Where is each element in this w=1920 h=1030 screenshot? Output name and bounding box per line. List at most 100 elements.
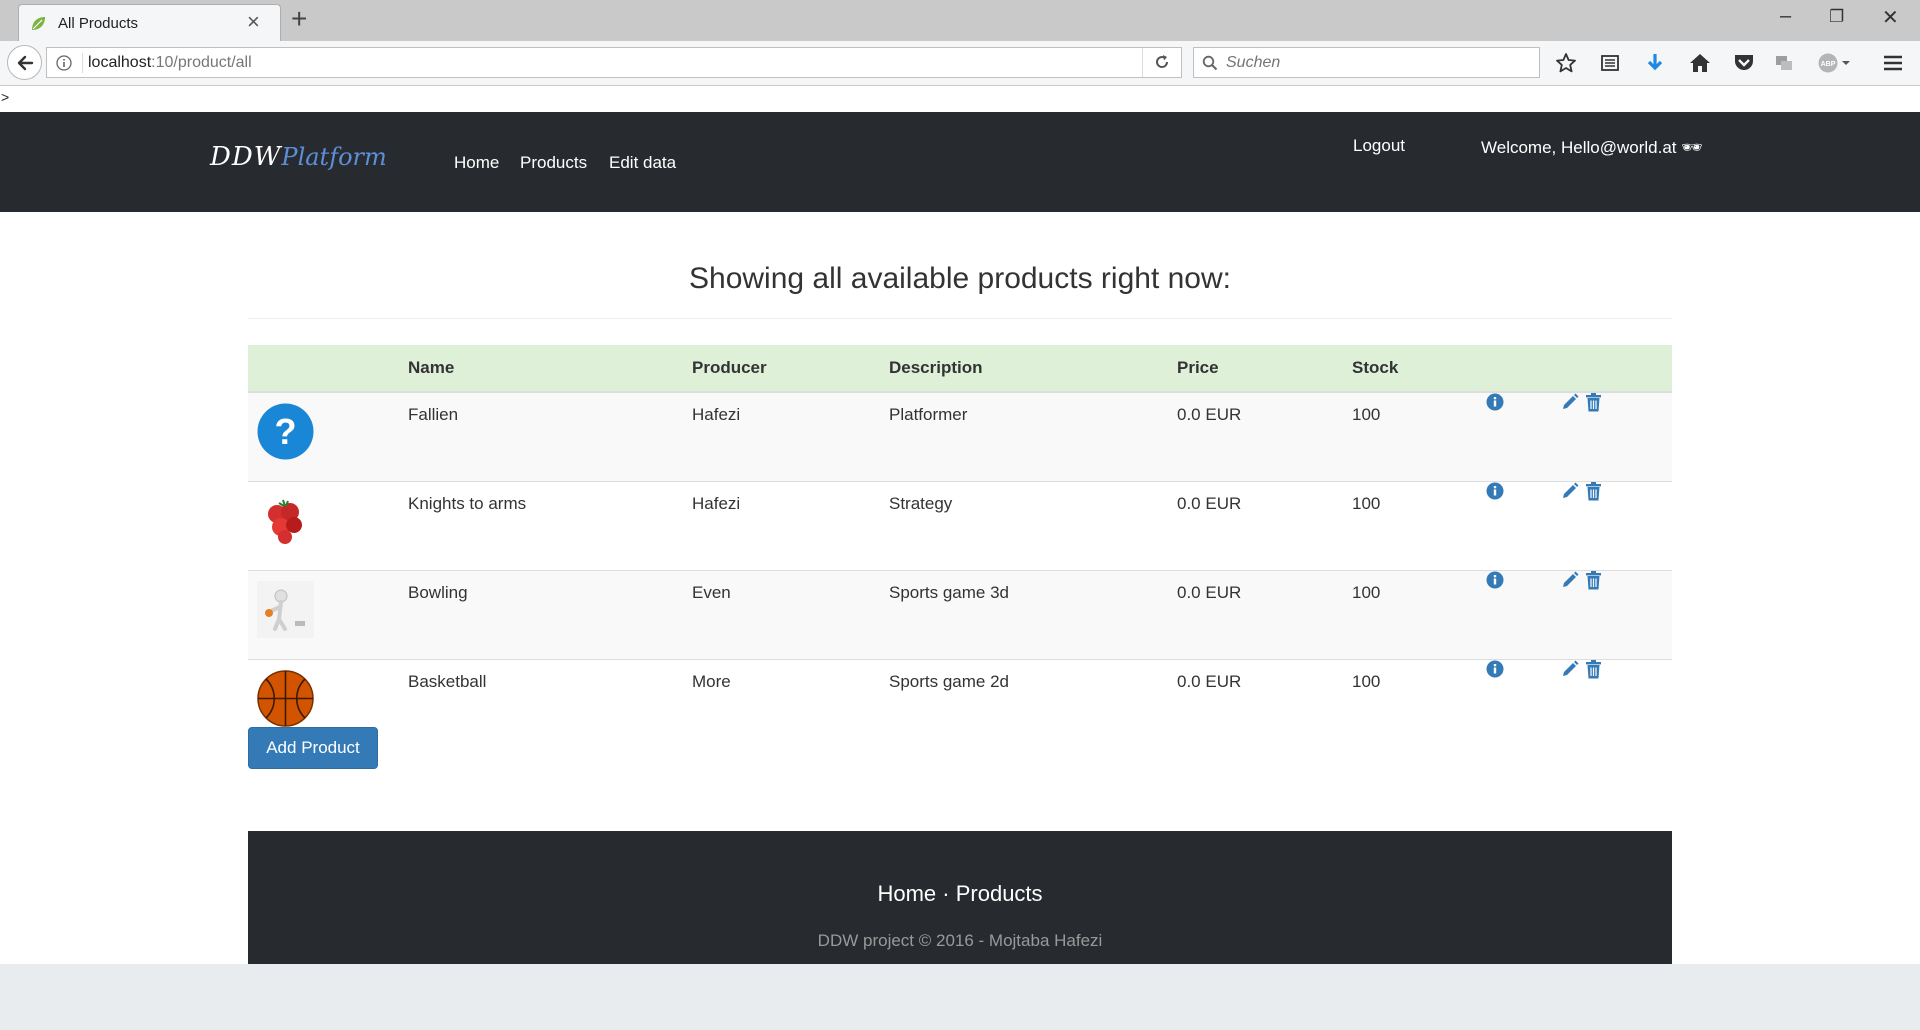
product-producer: More [692,659,889,748]
edit-pencil-icon[interactable] [1560,571,1580,590]
nav-edit-data[interactable]: Edit data [609,153,676,173]
extension-screen-icon[interactable] [1771,50,1797,76]
home-icon[interactable] [1687,50,1713,76]
product-price: 0.0 EUR [1177,391,1352,482]
bowling-figure-icon[interactable] [257,581,314,638]
product-stock: 100 [1352,481,1486,571]
info-icon[interactable] [1486,393,1504,411]
actions-cell [1560,659,1672,748]
raw-text-line: > [0,86,1920,112]
site-logo[interactable]: DDWPlatform [210,142,387,172]
close-window-icon[interactable]: ✕ [1882,5,1899,30]
logout-link[interactable]: Logout [1353,136,1405,156]
url-path: :10/product/all [151,54,252,71]
image-cell [248,570,408,660]
back-button[interactable] [7,45,42,80]
col-info [1486,345,1560,393]
product-producer: Hafezi [692,391,889,482]
site-footer: Home · Products DDW project © 2016 - Moj… [248,831,1672,964]
actions-cell [1560,481,1672,571]
adblock-icon[interactable]: ABP [1817,50,1857,76]
product-price: 0.0 EUR [1177,481,1352,571]
tab-title: All Products [58,15,139,32]
menu-hamburger-icon[interactable] [1880,50,1906,76]
bookmark-star-icon[interactable] [1553,50,1579,76]
product-description: Sports game 3d [889,570,1177,660]
question-mark-icon[interactable]: ? [257,403,314,460]
info-icon[interactable] [1486,571,1504,589]
product-stock: 100 [1352,659,1486,748]
stray-prompt-text: > [1,89,10,105]
product-producer: Even [692,570,889,660]
restore-icon[interactable]: ❐ [1829,7,1844,27]
delete-trash-icon[interactable] [1585,482,1602,501]
minimize-icon[interactable]: – [1780,5,1791,28]
table-row: Bowling Even Sports game 3d 0.0 EUR 100 [248,570,1672,660]
product-name: Fallien [408,391,692,482]
delete-trash-icon[interactable] [1585,660,1602,679]
reading-list-icon[interactable] [1597,50,1623,76]
heading-divider [248,318,1672,319]
col-image [248,345,408,393]
welcome-text: Welcome, Hello@world.at 🕶 [1481,138,1703,157]
info-cell [1486,659,1560,748]
product-name: Knights to arms [408,481,692,571]
delete-trash-icon[interactable] [1585,571,1602,590]
table-row: ? Fallien Hafezi Platformer 0.0 EUR 100 [248,391,1672,482]
product-price: 0.0 EUR [1177,570,1352,660]
nav-products[interactable]: Products [520,153,587,173]
product-description: Sports game 2d [889,659,1177,748]
basketball-icon[interactable] [257,670,314,727]
tomatoes-icon[interactable] [257,492,314,549]
new-tab-icon[interactable]: + [291,3,307,35]
footer-home-link[interactable]: Home [877,881,936,906]
col-price: Price [1177,345,1352,393]
url-separator [82,53,83,73]
svg-text:?: ? [275,411,297,452]
url-bar[interactable]: localhost:10/product/all [46,47,1182,78]
main-content: Showing all available products right now… [0,212,1920,964]
col-producer: Producer [692,345,889,393]
tab-close-icon[interactable]: × [247,9,260,35]
product-stock: 100 [1352,391,1486,482]
product-name: Basketball [408,659,692,748]
col-description: Description [889,345,1177,393]
reload-icon[interactable] [1152,52,1172,72]
url-text[interactable]: localhost:10/product/all [88,54,252,72]
url-host: localhost [88,54,152,71]
actions-cell [1560,391,1672,482]
site-info-icon[interactable] [56,55,72,71]
col-actions [1560,345,1672,393]
footer-links: Home · Products [248,881,1672,907]
search-bar[interactable] [1193,47,1540,78]
leaf-favicon-icon [32,17,45,30]
delete-trash-icon[interactable] [1585,393,1602,412]
back-arrow-icon [17,55,33,70]
table-header-row: Name Producer Description Price Stock [248,345,1672,393]
image-cell: ? [248,391,408,482]
edit-pencil-icon[interactable] [1560,660,1580,679]
products-table: Name Producer Description Price Stock ? … [248,345,1672,748]
footer-separator: · [942,881,950,906]
browser-tab[interactable]: All Products × [18,4,281,41]
product-description: Strategy [889,481,1177,571]
browser-toolbar: localhost:10/product/all ABP [0,41,1920,86]
info-icon[interactable] [1486,482,1504,500]
edit-pencil-icon[interactable] [1560,482,1580,501]
product-stock: 100 [1352,570,1486,660]
product-producer: Hafezi [692,481,889,571]
search-input[interactable] [1224,52,1528,74]
edit-pencil-icon[interactable] [1560,393,1580,412]
download-icon[interactable] [1642,50,1668,76]
info-icon[interactable] [1486,660,1504,678]
nav-home[interactable]: Home [454,153,499,173]
product-description: Platformer [889,391,1177,482]
info-cell [1486,570,1560,660]
product-price: 0.0 EUR [1177,659,1352,748]
footer-products-link[interactable]: Products [956,881,1043,906]
copyright-text: DDW project © 2016 - Mojtaba Hafezi [817,931,1103,950]
table-row: Knights to arms Hafezi Strategy 0.0 EUR … [248,481,1672,571]
pocket-icon[interactable] [1731,50,1757,76]
add-product-button[interactable]: Add Product [248,727,378,769]
col-name: Name [408,345,692,393]
